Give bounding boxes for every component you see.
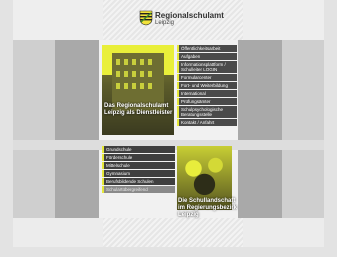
dienstleister-caption[interactable]: Das Regionalschulamt Leipzig als Dienstl… [104, 103, 174, 117]
footer-hatch [103, 218, 243, 247]
menu-item[interactable]: International [177, 90, 237, 97]
saxony-coat-of-arms-icon[interactable] [139, 10, 153, 26]
menu-item[interactable]: Schulpsychologische Beratungsstelle [177, 106, 237, 118]
school-type-item[interactable]: Förderschule [102, 154, 175, 161]
photo-window [132, 83, 136, 89]
grid-block [238, 150, 282, 218]
school-type-item[interactable]: Berufsbildende Schulen [102, 178, 175, 185]
grid-block [238, 40, 282, 140]
left-edge [0, 0, 13, 257]
menu-item[interactable]: Aufgaben [177, 53, 237, 60]
photo-window [132, 71, 136, 77]
schullandschaft-caption[interactable]: Die Schullandschaft im Regierungsbezirk … [178, 198, 238, 219]
menu-item[interactable]: Prüfungsämter [177, 98, 237, 105]
grid-block [55, 150, 99, 218]
right-edge [324, 0, 337, 257]
grid-block [282, 40, 324, 140]
menu-item[interactable]: Kontakt / Anfahrt [177, 119, 237, 126]
photo-window [140, 59, 144, 65]
photo-window [116, 71, 120, 77]
photo-window [124, 59, 128, 65]
photo-window [148, 71, 152, 77]
grid-block [13, 150, 55, 218]
menu-item[interactable]: Informationsplattform / Schulleiter LOGI… [177, 61, 237, 73]
grid-block [13, 40, 55, 140]
photo-window [124, 71, 128, 77]
photo-window [148, 59, 152, 65]
site-title[interactable]: Regionalschulamt [155, 12, 224, 20]
photo-window [140, 83, 144, 89]
school-type-item[interactable]: Grundschule [102, 146, 175, 153]
photo-window [116, 83, 120, 89]
menu-item[interactable]: Formularcenter [177, 74, 237, 81]
photo-window [148, 83, 152, 89]
photo-window [132, 59, 136, 65]
school-type-item[interactable]: Mittelschule [102, 162, 175, 169]
photo-window [116, 59, 120, 65]
school-type-item[interactable]: Gymnasium [102, 170, 175, 177]
dienstleister-photo-link[interactable] [102, 45, 174, 135]
grid-block [282, 150, 324, 218]
menu-item[interactable]: Öffentlichkeitsarbeit [177, 45, 237, 52]
main-menu: Öffentlichkeitsarbeit Aufgaben Informati… [177, 45, 237, 127]
menu-item[interactable]: Fort- und Weiterbildung [177, 82, 237, 89]
photo-window [124, 83, 128, 89]
school-type-item[interactable]: Schulartübergreifend [102, 186, 175, 193]
site-subtitle: Leipzig [155, 20, 175, 26]
bottom-edge [0, 247, 337, 257]
photo-window [140, 71, 144, 77]
grid-block [55, 40, 99, 140]
school-type-menu: Grundschule Förderschule Mittelschule Gy… [102, 146, 175, 194]
footer-band [13, 218, 324, 247]
